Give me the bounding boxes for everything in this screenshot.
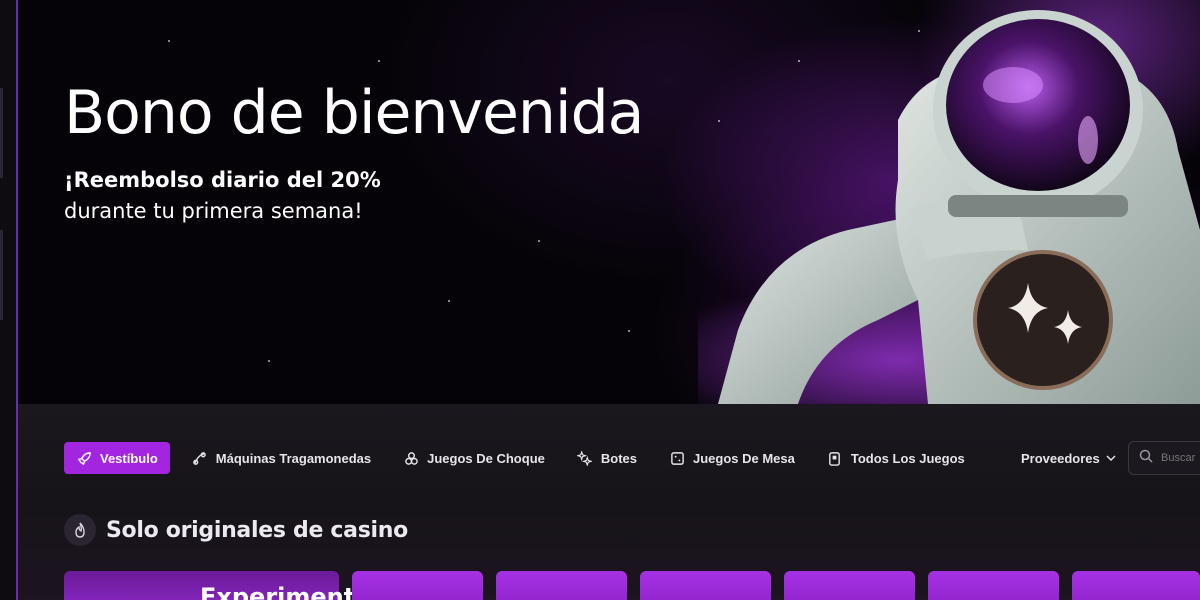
hero-subtitle-bold: ¡Reembolso diario del 20% [64,168,381,192]
section-title: Solo originales de casino [106,517,408,543]
section-header: Solo originales de casino [64,514,408,546]
search-icon [1139,449,1153,468]
crash-icon [403,450,419,466]
tab-jackpots-label: Botes [600,450,637,466]
search-input[interactable] [1161,452,1200,464]
sidebar-divider [0,88,3,178]
tab-crash-games-label: Juegos De Choque [427,450,545,466]
game-card[interactable] [1072,571,1200,600]
tab-jackpots[interactable]: Botes [567,442,647,474]
tab-slots-label: Máquinas Tragamonedas [215,450,372,466]
tab-table-games-label: Juegos De Mesa [693,450,795,466]
game-card[interactable] [352,571,483,600]
hero-subtitle: durante tu primera semana! [64,199,363,223]
game-card-title: Experimento [200,583,372,600]
jackpot-icon [577,450,593,466]
tab-slots[interactable]: Máquinas Tragamonedas [182,442,381,474]
tab-lobby[interactable]: Vestíbulo [64,442,170,474]
slot-icon [192,450,208,466]
tab-all-games-label: Todos Los Juegos [850,450,965,466]
chevron-down-icon [1106,451,1116,466]
rocket-icon [76,450,92,466]
search-box[interactable] [1128,441,1200,475]
game-nav-section: Vestíbulo Máquinas Tragamonedas Juegos D… [18,404,1200,600]
sidebar-edge [0,0,18,600]
welcome-bonus-banner[interactable]: Bono de bienvenida ¡Reembolso diario del… [18,0,1200,404]
casino-page: Bono de bienvenida ¡Reembolso diario del… [0,0,1200,600]
astronaut-illustration [698,10,1200,404]
sidebar-divider [0,230,3,320]
providers-label: Proveedores [1021,450,1100,466]
table-icon [669,450,685,466]
all-games-icon [827,450,843,466]
game-card[interactable]: Experimento [64,571,372,600]
game-card[interactable] [640,571,771,600]
tab-crash-games[interactable]: Juegos De Choque [393,442,555,474]
originals-carousel: Experimento [18,571,1200,600]
tab-lobby-label: Vestíbulo [100,450,158,466]
game-card[interactable] [928,571,1059,600]
hero-title: Bono de bienvenida [64,78,644,148]
tab-all-games[interactable]: Todos Los Juegos [817,442,975,474]
game-card[interactable] [784,571,915,600]
category-tabs: Vestíbulo Máquinas Tragamonedas Juegos D… [64,442,987,474]
fire-icon [64,514,96,546]
game-card[interactable] [496,571,627,600]
tab-table-games[interactable]: Juegos De Mesa [659,442,805,474]
providers-dropdown[interactable]: Proveedores [1021,442,1116,474]
